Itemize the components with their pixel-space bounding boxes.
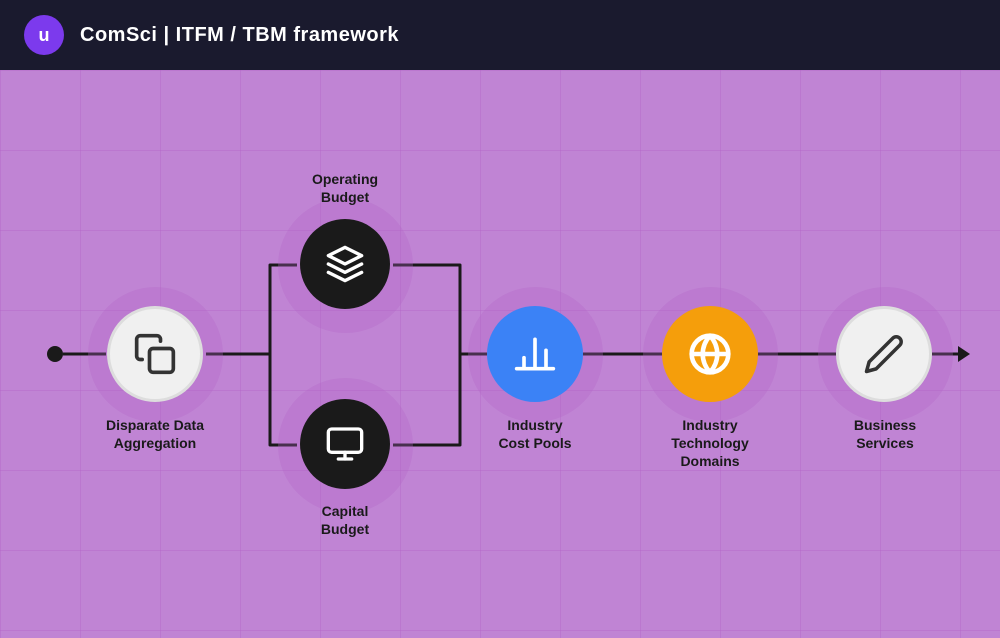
pen-icon (863, 333, 905, 375)
barchart-icon (513, 332, 557, 376)
label-capital: CapitalBudget (285, 502, 405, 538)
node-techdomains (662, 306, 758, 402)
globe-icon (688, 332, 732, 376)
layers-icon (325, 244, 365, 284)
node-operating (300, 219, 390, 309)
label-techdomains: IndustryTechnologyDomains (645, 416, 775, 471)
label-disparate: Disparate DataAggregation (90, 416, 220, 452)
logo: u (24, 15, 64, 55)
copy-icon (133, 332, 177, 376)
logo-letter: u (39, 25, 50, 46)
header-title: ComSci | ITFM / TBM framework (80, 24, 399, 47)
label-businessservices: BusinessServices (820, 416, 950, 452)
label-costpools: IndustryCost Pools (470, 416, 600, 452)
node-capital (300, 399, 390, 489)
node-businessservices (836, 306, 932, 402)
node-costpools (487, 306, 583, 402)
header: u ComSci | ITFM / TBM framework (0, 0, 1000, 70)
node-disparate (107, 306, 203, 402)
monitor-icon (325, 424, 365, 464)
main-diagram: Disparate DataAggregation OperatingBudge… (0, 70, 1000, 638)
label-operating: OperatingBudget (285, 170, 405, 206)
